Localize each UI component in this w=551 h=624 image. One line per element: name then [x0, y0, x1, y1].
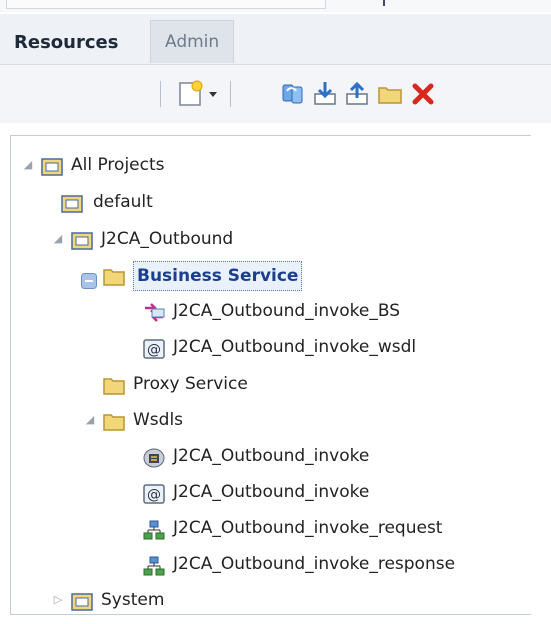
- tree-label: J2CA_Outbound_invoke: [173, 482, 370, 502]
- tree-label-selected: Business Service: [133, 261, 303, 291]
- collapse-icon[interactable]: ◢: [21, 148, 35, 182]
- expand-box-icon[interactable]: [81, 267, 97, 289]
- jca-adapter-icon: [143, 446, 165, 468]
- tree-label: default: [93, 192, 153, 212]
- top-marker: [383, 0, 385, 6]
- project-folder-icon: [61, 192, 83, 213]
- folder-icon: [103, 374, 125, 395]
- wsdl-icon: @: [143, 482, 165, 504]
- expand-icon[interactable]: ▷: [51, 583, 65, 617]
- tree-label: System: [101, 590, 165, 610]
- tree-label: All Projects: [71, 155, 165, 175]
- delete-icon[interactable]: [408, 79, 438, 109]
- dropdown-icon[interactable]: [205, 79, 221, 109]
- tab-resources[interactable]: Resources: [0, 23, 132, 63]
- tree-label: J2CA_Outbound: [101, 229, 234, 249]
- top-field-edge: [6, 0, 326, 9]
- tree-label: J2CA_Outbound_invoke_wsdl: [173, 337, 417, 357]
- wsdl-icon: @: [143, 337, 165, 359]
- tree-label: J2CA_Outbound_invoke_request: [173, 518, 443, 538]
- create-resource-icon[interactable]: [176, 79, 206, 109]
- top-strip: [0, 0, 551, 12]
- import-icon[interactable]: [310, 79, 340, 109]
- export-icon[interactable]: [342, 79, 372, 109]
- folder-icon: [103, 410, 125, 431]
- toolbar-separator-2: [230, 81, 231, 107]
- project-folder-icon: [41, 155, 63, 176]
- folder-icon: [103, 265, 125, 286]
- tab-admin[interactable]: Admin: [150, 20, 235, 63]
- project-folder-icon: [71, 229, 93, 250]
- toolbar-separator: [160, 81, 161, 107]
- collapse-icon[interactable]: ◢: [51, 222, 65, 256]
- project-folder-icon: [71, 590, 93, 611]
- folder-icon[interactable]: [375, 79, 405, 109]
- svg-text:@: @: [147, 487, 161, 503]
- tree-label: J2CA_Outbound_invoke: [173, 446, 370, 466]
- business-service-icon: [143, 301, 165, 322]
- schema-icon: [143, 554, 165, 576]
- svg-text:@: @: [147, 342, 161, 358]
- schema-icon: [143, 518, 165, 540]
- refresh-icon[interactable]: [278, 79, 308, 109]
- resources-toolbar: [0, 65, 551, 123]
- tree-label: Proxy Service: [133, 374, 248, 394]
- tabs-bar: Resources Admin: [0, 14, 551, 65]
- tree-label: J2CA_Outbound_invoke_BS: [173, 301, 400, 321]
- collapse-icon[interactable]: ◢: [83, 403, 97, 437]
- tree-label: Wsdls: [133, 410, 184, 430]
- tree-label: J2CA_Outbound_invoke_response: [173, 554, 456, 574]
- project-tree: ◢ All Projects default ◢ J2CA_Outbound B…: [10, 135, 531, 615]
